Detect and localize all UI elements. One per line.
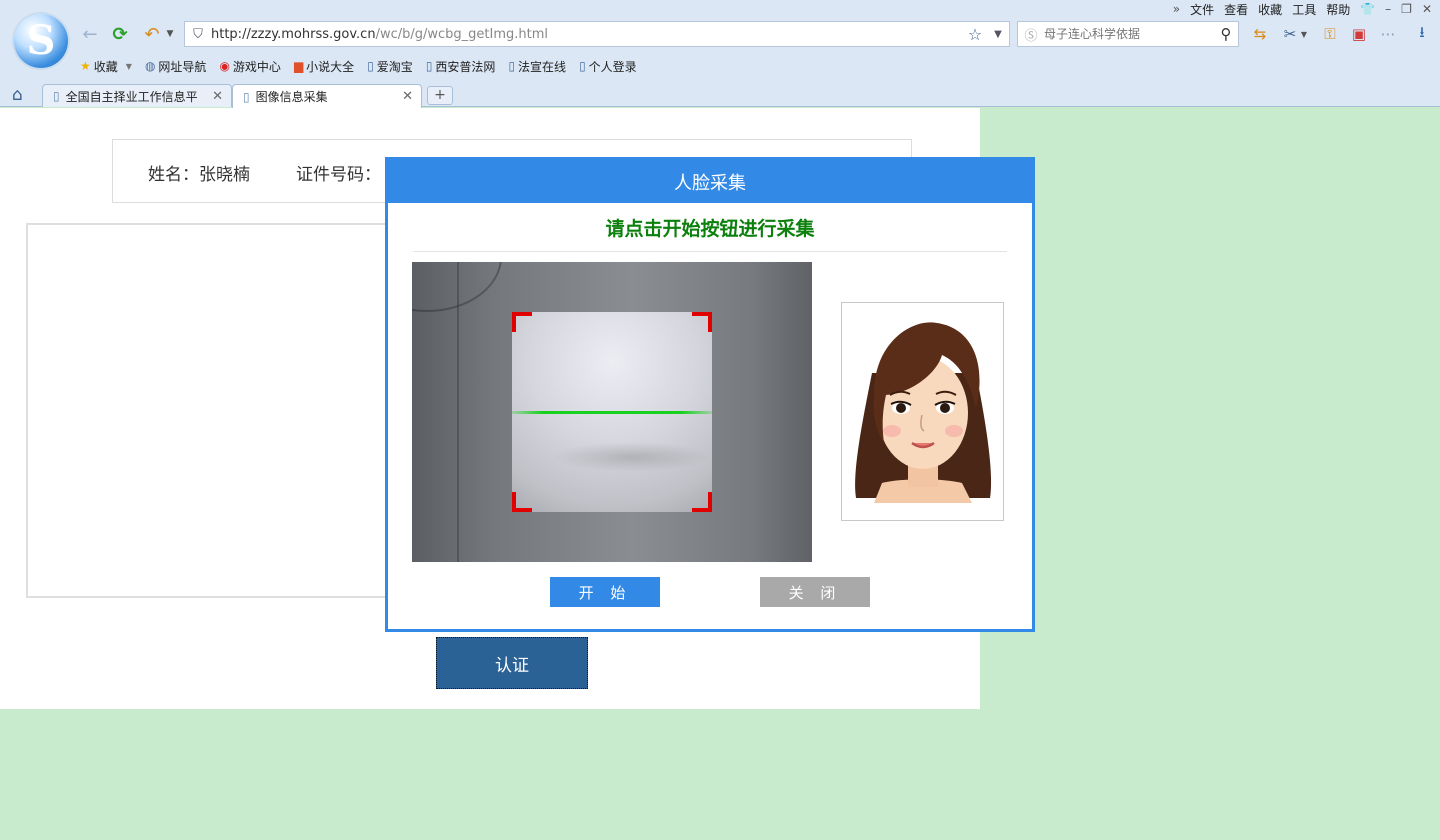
sample-face-photo [841, 302, 1004, 521]
camera-preview [412, 262, 812, 562]
capture-instruction: 请点击开始按钮进行采集 [413, 214, 1007, 252]
camera-smudge [552, 442, 712, 472]
minimize-icon[interactable]: – [1385, 2, 1391, 16]
page-icon: ▯ [425, 59, 433, 73]
skin-icon[interactable]: 👕 [1360, 2, 1375, 16]
face-capture-dialog: 人脸采集 请点击开始按钮进行采集 开 始 关 闭 [385, 157, 1035, 632]
menu-view[interactable]: 查看 [1224, 1, 1248, 18]
undo-close-tab-icon[interactable]: ↶ [140, 22, 164, 46]
bookmark-games[interactable]: ◉ 游戏中心 [219, 58, 281, 75]
search-box[interactable]: Ⓢ ⚲ [1017, 21, 1239, 47]
camera-background-line [457, 262, 459, 562]
frame-corner-bottom-right [692, 492, 712, 512]
more-tools-icon[interactable]: ⋯ [1378, 24, 1398, 44]
screenshot-scissors-icon[interactable]: ✂ [1280, 24, 1300, 44]
favorites-dropdown-icon[interactable]: ▼ [126, 62, 132, 71]
search-input[interactable] [1044, 27, 1214, 41]
star-icon: ★ [80, 59, 91, 73]
address-bar[interactable]: ⛉ http://zzzy.mohrss.gov.cn/wc/b/g/wcbg_… [184, 21, 1010, 47]
bookmark-novels[interactable]: ▆ 小说大全 [294, 58, 354, 75]
back-icon[interactable]: ← [78, 22, 102, 46]
bookmark-favorites[interactable]: ★ 收藏 ▼ [80, 58, 132, 75]
page-icon: ▯ [508, 59, 516, 73]
scan-line [512, 411, 712, 414]
bookmark-taobao[interactable]: ▯ 爱淘宝 [367, 58, 413, 75]
close-tab-icon[interactable]: ✕ [212, 89, 223, 104]
expand-menu-icon[interactable]: » [1173, 2, 1180, 16]
image-area [26, 223, 406, 598]
address-dropdown-icon[interactable]: ▼ [987, 29, 1009, 40]
id-number-label: 证件号码： [296, 165, 381, 185]
tab-strip: ⌂ ▯ 全国自主择业工作信息平 ✕ ▯ 图像信息采集 ✕ + [0, 82, 1440, 108]
menu-help[interactable]: 帮助 [1326, 1, 1350, 18]
bookmark-law-online[interactable]: ▯ 法宣在线 [508, 58, 566, 75]
tab-image-capture[interactable]: ▯ 图像信息采集 ✕ [232, 84, 422, 108]
menu-tools[interactable]: 工具 [1292, 1, 1316, 18]
bookmark-xian-law[interactable]: ▯ 西安普法网 [426, 58, 496, 75]
scissors-dropdown-icon[interactable]: ▼ [1298, 24, 1310, 44]
start-button[interactable]: 开 始 [550, 577, 660, 607]
frame-corner-bottom-left [512, 492, 532, 512]
page-icon: ▯ [53, 89, 60, 103]
search-engine-icon[interactable]: Ⓢ [1018, 25, 1044, 44]
url-text[interactable]: http://zzzy.mohrss.gov.cn/wc/b/g/wcbg_ge… [211, 27, 963, 42]
browser-chrome: S » 文件 查看 收藏 工具 帮助 👕 – ❐ ✕ ← ⟳ ↶ ▼ ⛉ htt… [0, 0, 1440, 108]
globe-icon: ◍ [144, 59, 156, 73]
extension-icon[interactable]: ▣ [1349, 24, 1369, 44]
bookmark-star-icon[interactable]: ☆ [963, 25, 987, 44]
dialog-body: 请点击开始按钮进行采集 开 始 关 闭 [388, 203, 1032, 629]
face-illustration [855, 322, 992, 503]
close-window-icon[interactable]: ✕ [1422, 2, 1432, 16]
tab-employment-platform[interactable]: ▯ 全国自主择业工作信息平 ✕ [42, 84, 232, 107]
restore-icon[interactable]: ❐ [1401, 2, 1412, 16]
verify-button[interactable]: 认证 [436, 637, 588, 689]
send-to-phone-icon[interactable]: ⇆ [1250, 24, 1270, 44]
menu-favorites[interactable]: 收藏 [1258, 1, 1282, 18]
bookmark-personal-login[interactable]: ▯ 个人登录 [579, 58, 637, 75]
page-icon: ▯ [367, 59, 374, 73]
page-icon: ▯ [579, 59, 586, 73]
user-name: 姓名：张晓楠 [148, 165, 250, 185]
game-icon: ◉ [219, 59, 230, 73]
refresh-icon[interactable]: ⟳ [108, 22, 132, 46]
bookmarks-bar: ★ 收藏 ▼ ◍ 网址导航 ◉ 游戏中心 ▆ 小说大全 ▯ 爱淘宝 ▯ 西安普法网 ▯ 法宣在线… [80, 57, 650, 75]
page-icon: ▯ [243, 89, 250, 104]
frame-corner-top-right [692, 312, 712, 332]
face-scan-frame [512, 312, 712, 512]
close-tab-icon[interactable]: ✕ [402, 89, 413, 104]
menu-file[interactable]: 文件 [1190, 1, 1214, 18]
security-shield-icon[interactable]: ⛉ [185, 27, 211, 42]
close-button[interactable]: 关 闭 [760, 577, 870, 607]
menu-bar: » 文件 查看 收藏 工具 帮助 👕 – ❐ ✕ [1173, 0, 1432, 18]
new-tab-button[interactable]: + [427, 86, 453, 105]
search-icon[interactable]: ⚲ [1214, 25, 1238, 43]
frame-corner-top-left [512, 312, 532, 332]
key-icon[interactable]: ⚿ [1320, 24, 1340, 44]
undo-dropdown-icon[interactable]: ▼ [162, 22, 178, 46]
download-icon[interactable]: ⭳ [1412, 23, 1432, 44]
browser-logo-icon: S [14, 14, 68, 68]
home-icon[interactable]: ⌂ [12, 85, 23, 105]
dialog-title: 人脸采集 [388, 160, 1032, 203]
book-icon: ▆ [293, 59, 304, 73]
bookmark-nav[interactable]: ◍ 网址导航 [145, 58, 207, 75]
